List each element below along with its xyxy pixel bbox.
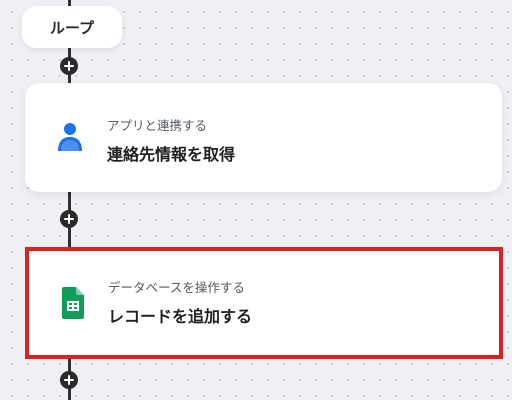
add-step-button[interactable] [60, 57, 78, 75]
plus-icon [64, 61, 74, 71]
loop-node[interactable]: ループ [22, 6, 122, 48]
contact-person-icon [58, 123, 82, 151]
step-card-get-contact[interactable]: アプリと連携する 連絡先情報を取得 [25, 83, 502, 192]
plus-icon [64, 214, 74, 224]
plus-icon [64, 375, 74, 385]
google-sheets-icon [62, 287, 84, 319]
step-caption: データベースを操作する [108, 280, 245, 295]
add-step-button[interactable] [60, 210, 78, 228]
step-card-add-record[interactable]: データベースを操作する レコードを追加する [25, 247, 503, 359]
loop-node-label: ループ [49, 18, 95, 37]
step-title: レコードを追加する [108, 307, 253, 326]
add-step-button[interactable] [60, 371, 78, 389]
step-title: 連絡先情報を取得 [107, 145, 236, 164]
step-caption: アプリと連携する [107, 118, 208, 133]
